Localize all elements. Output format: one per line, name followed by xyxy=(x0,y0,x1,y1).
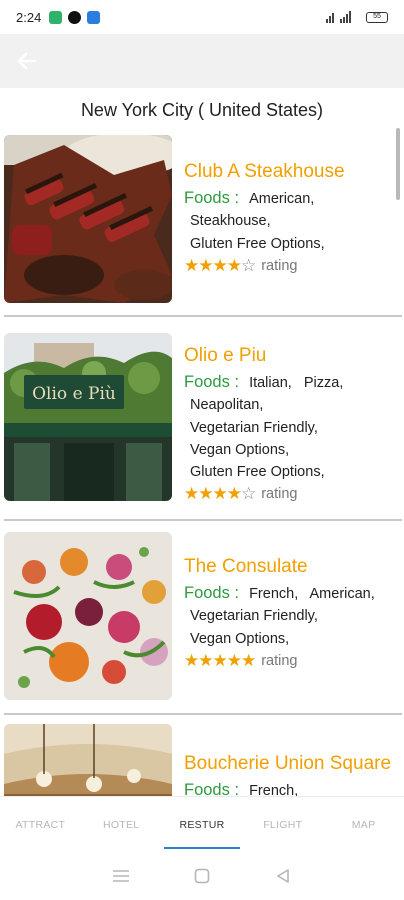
restaurant-image-boucherie[interactable] xyxy=(4,724,172,796)
restaurant-card[interactable]: Olio e Più Olio e Piu Foods : Italian, P… xyxy=(0,330,404,520)
food-tag: French, xyxy=(249,783,299,796)
rating-label: rating xyxy=(261,652,298,669)
circle-a-app-icon xyxy=(68,10,82,24)
star-rating: ★★★★☆ xyxy=(184,255,256,275)
foods-label: Foods : xyxy=(184,373,240,391)
restaurant-name[interactable]: Olio e Piu xyxy=(184,345,402,367)
food-tag: Vegan Options, xyxy=(190,441,290,458)
back-button[interactable] xyxy=(14,48,40,74)
restaurant-list[interactable]: Club A Steakhouse Foods : American, Stea… xyxy=(0,126,404,796)
list-scrollbar[interactable] xyxy=(396,128,400,200)
menu-icon xyxy=(112,870,129,882)
status-bar: 2:24 55 xyxy=(0,0,404,34)
battery-icon: 55 xyxy=(366,11,388,23)
restaurant-image-olio[interactable]: Olio e Più xyxy=(4,333,172,501)
food-tag: American, xyxy=(249,191,315,207)
system-nav-bar xyxy=(0,852,404,900)
signal-icon xyxy=(326,11,351,23)
tab-hotel[interactable]: HOTEL xyxy=(81,797,162,852)
restaurant-card[interactable]: Boucherie Union Square Foods : French, xyxy=(0,724,404,796)
food-tag: Gluten Free Options, xyxy=(190,464,325,481)
food-tag: Vegetarian Friendly, xyxy=(190,608,318,625)
app-bar xyxy=(0,34,404,88)
foods-label: Foods : xyxy=(184,781,240,796)
photos-app-icon xyxy=(87,10,101,24)
rating-row: ★★★★☆ rating xyxy=(184,256,402,276)
rating-label: rating xyxy=(261,486,298,503)
bottom-tab-bar: ATTRACT HOTEL RESTUR FLIGHT MAP xyxy=(0,796,404,852)
divider xyxy=(4,315,402,317)
back-arrow-icon xyxy=(17,52,37,70)
foods-label: Foods : xyxy=(184,189,240,207)
food-tag: Italian, Pizza, xyxy=(249,375,344,391)
home-button[interactable] xyxy=(192,866,212,886)
rating-row: ★★★★★ rating xyxy=(184,651,402,671)
divider xyxy=(4,713,402,715)
restaurant-image-steak[interactable] xyxy=(4,135,172,303)
foods-label: Foods : xyxy=(184,584,240,602)
system-back-button[interactable] xyxy=(273,866,293,886)
food-tag: French, American, xyxy=(249,586,375,602)
back-triangle-icon xyxy=(277,869,290,883)
food-tag: Steakhouse, xyxy=(190,213,271,230)
rating-row: ★★★★☆ rating xyxy=(184,484,402,504)
food-tag: Vegan Options, xyxy=(190,630,290,647)
star-rating: ★★★★☆ xyxy=(184,484,256,504)
restaurant-card[interactable]: The Consulate Foods : French, American, … xyxy=(0,530,404,710)
rating-label: rating xyxy=(261,257,298,274)
restaurant-image-consulate[interactable] xyxy=(4,532,172,700)
recents-button[interactable] xyxy=(111,866,131,886)
restaurant-card[interactable]: Club A Steakhouse Foods : American, Stea… xyxy=(0,134,404,310)
tab-map[interactable]: MAP xyxy=(323,797,404,852)
tab-attract[interactable]: ATTRACT xyxy=(0,797,81,852)
divider xyxy=(4,519,402,521)
status-time: 2:24 xyxy=(16,9,42,25)
page-title: New York City ( United States) xyxy=(80,100,324,120)
tab-restur[interactable]: RESTUR xyxy=(162,797,243,852)
star-rating: ★★★★★ xyxy=(184,650,256,670)
food-tag: Gluten Free Options, xyxy=(190,235,325,252)
food-tag: Vegetarian Friendly, xyxy=(190,419,318,436)
restaurant-name[interactable]: The Consulate xyxy=(184,556,402,578)
tab-flight[interactable]: FLIGHT xyxy=(242,797,323,852)
chat-app-icon xyxy=(49,10,63,24)
restaurant-name[interactable]: Club A Steakhouse xyxy=(184,161,402,183)
home-square-icon xyxy=(194,868,210,884)
olio-sign-text: Olio e Più xyxy=(32,384,116,404)
food-tag: Neapolitan, xyxy=(190,397,264,414)
restaurant-name[interactable]: Boucherie Union Square xyxy=(184,753,402,775)
